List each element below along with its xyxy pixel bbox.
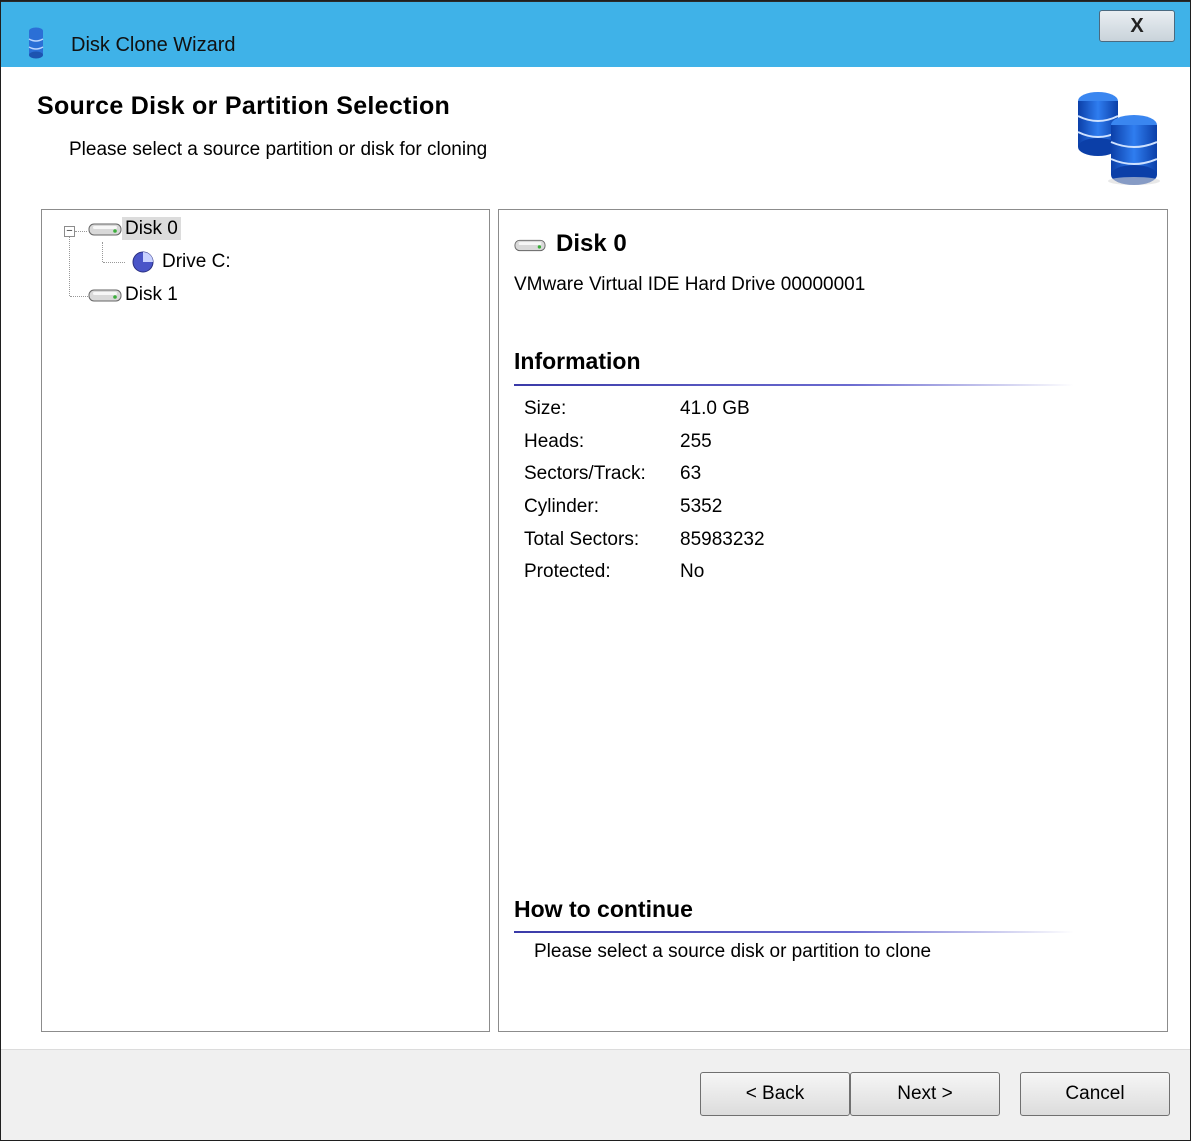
tree-connector <box>75 231 87 232</box>
wizard-header: Source Disk or Partition Selection Pleas… <box>1 67 1190 194</box>
partition-icon <box>132 251 154 273</box>
disk-info-table: Size: 41.0 GB Heads: 255 Sectors/Track: … <box>524 393 765 589</box>
info-row-protected: Protected: No <box>524 556 765 589</box>
tree-connector <box>70 296 88 297</box>
tree-connector <box>103 262 125 263</box>
page-title: Source Disk or Partition Selection <box>37 92 451 120</box>
database-app-icon <box>28 27 44 59</box>
hard-disk-icon <box>88 289 122 302</box>
window-title: Disk Clone Wizard <box>71 34 236 56</box>
how-to-continue-text: Please select a source disk or partition… <box>534 941 932 962</box>
back-button[interactable]: < Back <box>700 1072 850 1116</box>
info-value: 85983232 <box>680 528 765 550</box>
info-row-sectors-track: Sectors/Track: 63 <box>524 458 765 491</box>
info-key: Sectors/Track: <box>524 463 646 485</box>
info-key: Cylinder: <box>524 496 599 518</box>
hard-disk-icon <box>514 239 546 251</box>
detail-title-text: Disk 0 <box>556 230 627 257</box>
info-key: Protected: <box>524 561 611 583</box>
close-button[interactable]: X <box>1099 10 1175 42</box>
info-value: 255 <box>680 430 712 452</box>
info-value: No <box>680 561 705 583</box>
tree-connector <box>102 242 103 262</box>
next-button[interactable]: Next > <box>850 1072 1000 1116</box>
tree-item-drive-c[interactable]: Drive C: <box>127 250 234 274</box>
detail-title: Disk 0 <box>514 230 627 258</box>
tree-item-disk-1[interactable]: Disk 1 <box>88 284 181 306</box>
collapse-icon[interactable]: − <box>64 226 75 237</box>
info-row-heads: Heads: 255 <box>524 426 765 459</box>
information-heading: Information <box>514 348 641 374</box>
database-clone-icon <box>1077 92 1160 185</box>
info-key: Heads: <box>524 430 585 452</box>
section-divider <box>514 931 1074 933</box>
info-key: Size: <box>524 398 567 420</box>
info-row-total-sectors: Total Sectors: 85983232 <box>524 523 765 556</box>
disk-details-panel: Disk 0 VMware Virtual IDE Hard Drive 000… <box>498 209 1168 1032</box>
disk-clone-wizard-window: Disk Clone Wizard X Source Disk or Parti… <box>0 0 1191 1141</box>
info-row-cylinder: Cylinder: 5352 <box>524 491 765 524</box>
close-icon: X <box>1130 15 1144 37</box>
tree-item-label: Drive C: <box>162 251 231 273</box>
tree-item-label: Disk 1 <box>125 284 178 305</box>
wizard-content: − Disk 0 Drive C: Disk 1 Disk 0 VMware V… <box>1 194 1190 1049</box>
info-value: 63 <box>680 463 702 485</box>
info-value: 5352 <box>680 496 723 518</box>
wizard-footer: < Back Next > Cancel <box>1 1049 1190 1140</box>
tree-item-disk-0[interactable]: Disk 0 <box>88 217 181 240</box>
section-divider <box>514 384 1074 386</box>
tree-connector <box>69 237 70 296</box>
page-subtitle: Please select a source partition or disk… <box>69 139 488 160</box>
info-value: 41.0 GB <box>680 398 750 420</box>
title-bar[interactable]: Disk Clone Wizard X <box>1 1 1190 67</box>
cancel-button[interactable]: Cancel <box>1020 1072 1170 1116</box>
info-key: Total Sectors: <box>524 528 640 550</box>
info-row-size: Size: 41.0 GB <box>524 393 765 426</box>
disk-description: VMware Virtual IDE Hard Drive 00000001 <box>514 274 866 295</box>
hard-disk-icon <box>88 223 122 236</box>
disk-tree[interactable]: − Disk 0 Drive C: Disk 1 <box>41 209 490 1032</box>
tree-item-label: Disk 0 <box>122 217 181 240</box>
how-to-continue-heading: How to continue <box>514 896 693 922</box>
